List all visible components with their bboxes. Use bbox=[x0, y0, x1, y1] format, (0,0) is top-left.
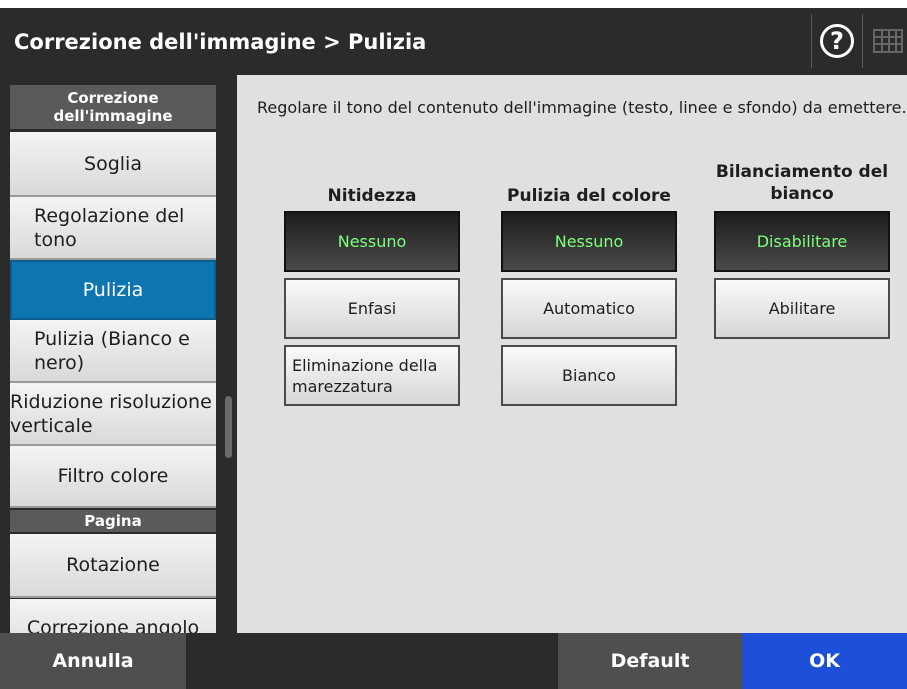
cancel-button[interactable]: Annulla bbox=[0, 633, 186, 689]
option-pulizia-bianco[interactable]: Bianco bbox=[501, 345, 677, 406]
keyboard-icon bbox=[873, 29, 903, 53]
sidebar-item-soglia[interactable]: Soglia bbox=[10, 132, 216, 197]
sidebar-item-riduzione-risoluzione[interactable]: Riduzione risoluzione verticale bbox=[10, 383, 216, 446]
option-pulizia-automatico[interactable]: Automatico bbox=[501, 278, 677, 339]
sidebar-scrollbar[interactable] bbox=[225, 396, 232, 458]
sidebar-item-regolazione-tono[interactable]: Regolazione del tono bbox=[10, 197, 216, 260]
sidebar-group-page: Pagina bbox=[10, 510, 216, 532]
option-bilanciamento-abilitare[interactable]: Abilitare bbox=[714, 278, 890, 339]
main-content: Regolare il tono del contenuto dell'imma… bbox=[237, 75, 907, 633]
footer-bar: Annulla Default OK bbox=[0, 633, 907, 689]
option-bilanciamento-disabilitare[interactable]: Disabilitare bbox=[714, 211, 890, 272]
column-title-bilanciamento: Bilanciamento del bianco bbox=[715, 162, 889, 204]
description-text: Regolare il tono del contenuto dell'imma… bbox=[257, 98, 907, 117]
sidebar: Correzione dell'immagine Soglia Regolazi… bbox=[0, 75, 237, 633]
title-bar: Correzione dell'immagine > Pulizia ? bbox=[0, 8, 907, 75]
keyboard-button[interactable] bbox=[862, 14, 907, 68]
sidebar-group-image-correction: Correzione dell'immagine bbox=[10, 85, 216, 129]
ok-button[interactable]: OK bbox=[742, 633, 907, 689]
help-button[interactable]: ? bbox=[811, 14, 862, 68]
default-button[interactable]: Default bbox=[558, 633, 742, 689]
sidebar-item-pulizia[interactable]: Pulizia bbox=[10, 260, 216, 320]
sidebar-item-correzione-angolo[interactable]: Correzione angolo bbox=[10, 599, 216, 633]
help-icon: ? bbox=[820, 24, 854, 58]
column-title-pulizia-colore: Pulizia del colore bbox=[507, 186, 671, 206]
sidebar-item-rotazione[interactable]: Rotazione bbox=[10, 534, 216, 598]
page-title: Correzione dell'immagine > Pulizia bbox=[14, 30, 427, 54]
option-pulizia-nessuno[interactable]: Nessuno bbox=[501, 211, 677, 272]
sidebar-item-pulizia-bianco-nero[interactable]: Pulizia (Bianco e nero) bbox=[10, 320, 216, 383]
option-nitidezza-enfasi[interactable]: Enfasi bbox=[284, 278, 460, 339]
option-nitidezza-eliminazione-marezzatura[interactable]: Eliminazione della marezzatura bbox=[284, 345, 460, 406]
column-title-nitidezza: Nitidezza bbox=[327, 186, 417, 206]
sidebar-item-filtro-colore[interactable]: Filtro colore bbox=[10, 446, 216, 508]
option-nitidezza-nessuno[interactable]: Nessuno bbox=[284, 211, 460, 272]
